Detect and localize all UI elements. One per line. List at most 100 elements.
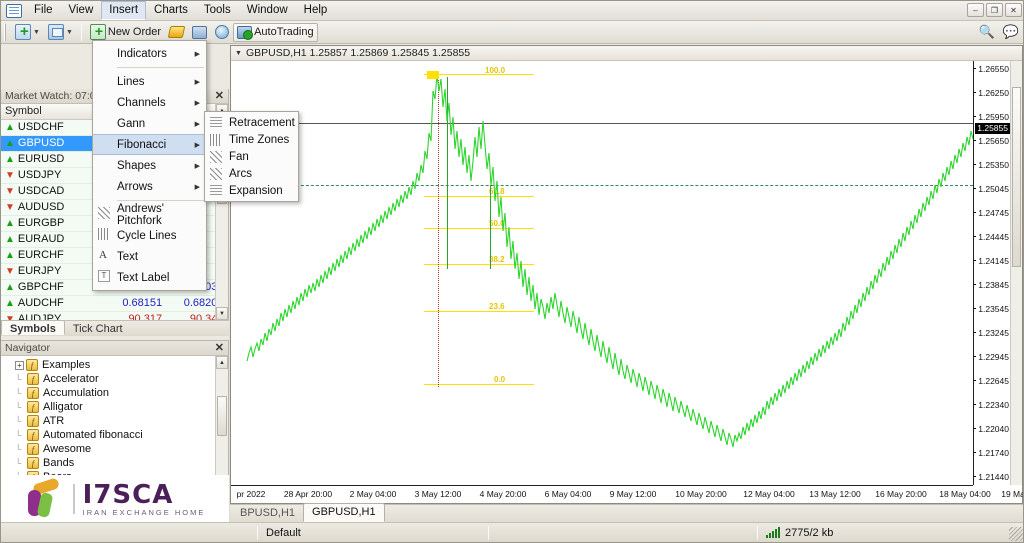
symbol-cell: ▲ EURCHF xyxy=(1,247,105,264)
menu-item-gann[interactable]: Gann ▶ xyxy=(93,113,206,134)
y-tick-label: 1.22340 xyxy=(978,400,1009,410)
menu-insert[interactable]: Insert xyxy=(101,1,147,20)
toolbar-grip[interactable] xyxy=(4,23,8,41)
chart-tab-bar: BPUSD,H1 GBPUSD,H1 xyxy=(230,503,1023,522)
status-bar: Default 2775/2 kb xyxy=(1,522,1023,542)
close-icon[interactable]: ✕ xyxy=(215,91,224,102)
tree-line: └ xyxy=(15,388,22,398)
chevron-down-icon[interactable]: ▼ xyxy=(235,50,242,57)
time-axis[interactable]: pr 2022 28 Apr 20:00 2 May 04:00 3 May 1… xyxy=(231,485,1023,503)
menu-item-andrews-pitchfork[interactable]: Andrews' Pitchfork xyxy=(93,203,206,227)
toolbar-right-group: 🔍 💬 xyxy=(979,24,1019,40)
tree-item-label: Awesome xyxy=(43,443,92,455)
chevron-down-icon[interactable]: ▼ xyxy=(33,29,40,36)
tab-symbols[interactable]: Symbols xyxy=(1,320,65,335)
column-symbol[interactable]: Symbol xyxy=(1,104,106,120)
x-tick-label: 9 May 12:00 xyxy=(609,489,657,499)
menu-item-text-label[interactable]: T Text Label xyxy=(93,267,206,288)
minimize-button[interactable]: – xyxy=(967,3,984,17)
price-series xyxy=(246,74,973,448)
profiles-button[interactable]: ▼ xyxy=(44,23,77,42)
chart-tab-gbpusd-h1[interactable]: GBPUSD,H1 xyxy=(303,503,385,522)
globe-button[interactable] xyxy=(211,23,233,42)
menu-item-lines[interactable]: Lines ▶ xyxy=(93,71,206,92)
pitchfork-icon xyxy=(98,207,110,219)
tree-item-examples[interactable]: + f Examples xyxy=(1,358,215,372)
tree-line: └ xyxy=(15,416,22,426)
menu-item-label: Text Label xyxy=(117,271,170,284)
menu-tools[interactable]: Tools xyxy=(196,1,239,20)
scrollbar-thumb[interactable] xyxy=(1012,87,1021,267)
indicator-icon: f xyxy=(27,457,39,469)
menu-view[interactable]: View xyxy=(61,1,102,20)
new-chart-button[interactable]: ▼ xyxy=(11,23,44,42)
profiles-icon xyxy=(47,24,64,40)
submenu-item-fan[interactable]: Fan xyxy=(205,148,298,165)
scroll-up-icon[interactable]: ▲ xyxy=(216,356,228,369)
table-row[interactable]: ▲ AUDCHF 0.68151 0.68201 xyxy=(1,295,228,312)
autotrading-button[interactable]: AutoTrading xyxy=(233,22,318,42)
menu-charts[interactable]: Charts xyxy=(146,1,196,20)
menu-window[interactable]: Window xyxy=(239,1,296,20)
close-button[interactable]: ✕ xyxy=(1005,3,1022,17)
menu-item-cycle-lines[interactable]: Cycle Lines xyxy=(93,225,206,246)
y-tick-label: 1.25950 xyxy=(978,112,1009,122)
search-icon[interactable]: 🔍 xyxy=(979,24,995,40)
fib-handle-marker[interactable] xyxy=(427,71,439,79)
print-button[interactable] xyxy=(188,23,211,42)
symbol-cell: ▼ AUDUSD xyxy=(1,199,105,216)
y-tick-label: 1.26550 xyxy=(978,64,1009,74)
chevron-down-icon[interactable]: ▼ xyxy=(66,29,73,36)
chevron-right-icon: ▶ xyxy=(194,120,200,128)
menu-item-text[interactable]: A Text xyxy=(93,246,206,267)
new-order-button[interactable]: New Order xyxy=(86,23,165,42)
price-axis[interactable]: 1.26550 1.26250 1.25950 1.25855 1.25650 … xyxy=(973,61,1010,485)
symbol-cell: ▲ EURAUD xyxy=(1,231,105,248)
chevron-right-icon: ▶ xyxy=(194,99,200,107)
scroll-down-icon[interactable]: ▼ xyxy=(216,307,228,320)
fib-retracement-icon xyxy=(210,117,222,129)
window-controls: – ❐ ✕ xyxy=(967,3,1022,17)
list-item[interactable]: └ f Accelerator xyxy=(1,372,215,386)
scrollbar-thumb[interactable] xyxy=(217,396,227,436)
menu-item-arrows[interactable]: Arrows ▶ xyxy=(93,176,206,197)
list-item[interactable]: └ f Awesome xyxy=(1,442,215,456)
maximize-button[interactable]: ❐ xyxy=(986,3,1003,17)
chart-tab-inactive[interactable]: BPUSD,H1 xyxy=(232,505,303,522)
list-item[interactable]: └ f ATR xyxy=(1,414,215,428)
menu-item-label: Lines xyxy=(117,75,145,88)
coin-button[interactable] xyxy=(165,23,188,42)
close-icon[interactable]: ✕ xyxy=(215,343,224,354)
menu-file[interactable]: File xyxy=(26,1,61,20)
status-traffic-cell: 2775/2 kb xyxy=(758,527,841,539)
submenu-item-expansion[interactable]: Expansion xyxy=(205,182,298,199)
menu-item-fibonacci[interactable]: Fibonacci ▶ xyxy=(93,134,206,155)
menu-item-shapes[interactable]: Shapes ▶ xyxy=(93,155,206,176)
metatrader-window: File View Insert Charts Tools Window Hel… xyxy=(0,0,1024,543)
chat-icon[interactable]: 💬 xyxy=(1003,24,1019,40)
submenu-item-retracement[interactable]: Retracement xyxy=(205,114,298,131)
list-item[interactable]: └ f Accumulation xyxy=(1,386,215,400)
chart-plot-area[interactable]: 100.0 61.8 50.0 38.2 23.6 0.0 xyxy=(231,61,973,485)
menu-item-indicators[interactable]: Indicators ▶ xyxy=(93,43,206,64)
expand-icon[interactable]: + xyxy=(15,360,24,370)
fib-timezones-icon xyxy=(210,134,222,146)
arrow-up-icon: ▲ xyxy=(5,217,15,229)
chart-vertical-scrollbar[interactable] xyxy=(1010,61,1022,485)
list-item[interactable]: └ f Automated fibonacci xyxy=(1,428,215,442)
x-tick-label: 19 May 12:00 xyxy=(1001,489,1023,499)
submenu-item-time-zones[interactable]: Time Zones xyxy=(205,131,298,148)
table-row[interactable]: ▼ AUDJPY 90.317 90.347 xyxy=(1,311,228,320)
tab-tick-chart[interactable]: Tick Chart xyxy=(65,321,131,336)
menu-item-channels[interactable]: Channels ▶ xyxy=(93,92,206,113)
logo-text-block: I7SCA IRAN EXCHANGE HOME xyxy=(83,482,206,517)
menu-help[interactable]: Help xyxy=(296,1,336,20)
indicator-icon: f xyxy=(27,415,39,427)
x-tick-label: 4 May 20:00 xyxy=(479,489,527,499)
list-item[interactable]: └ f Alligator xyxy=(1,400,215,414)
arrow-up-icon: ▲ xyxy=(5,153,15,165)
tree-line: └ xyxy=(15,402,22,412)
resize-grip[interactable] xyxy=(1009,527,1023,541)
list-item[interactable]: └ f Bands xyxy=(1,456,215,470)
submenu-item-arcs[interactable]: Arcs xyxy=(205,165,298,182)
